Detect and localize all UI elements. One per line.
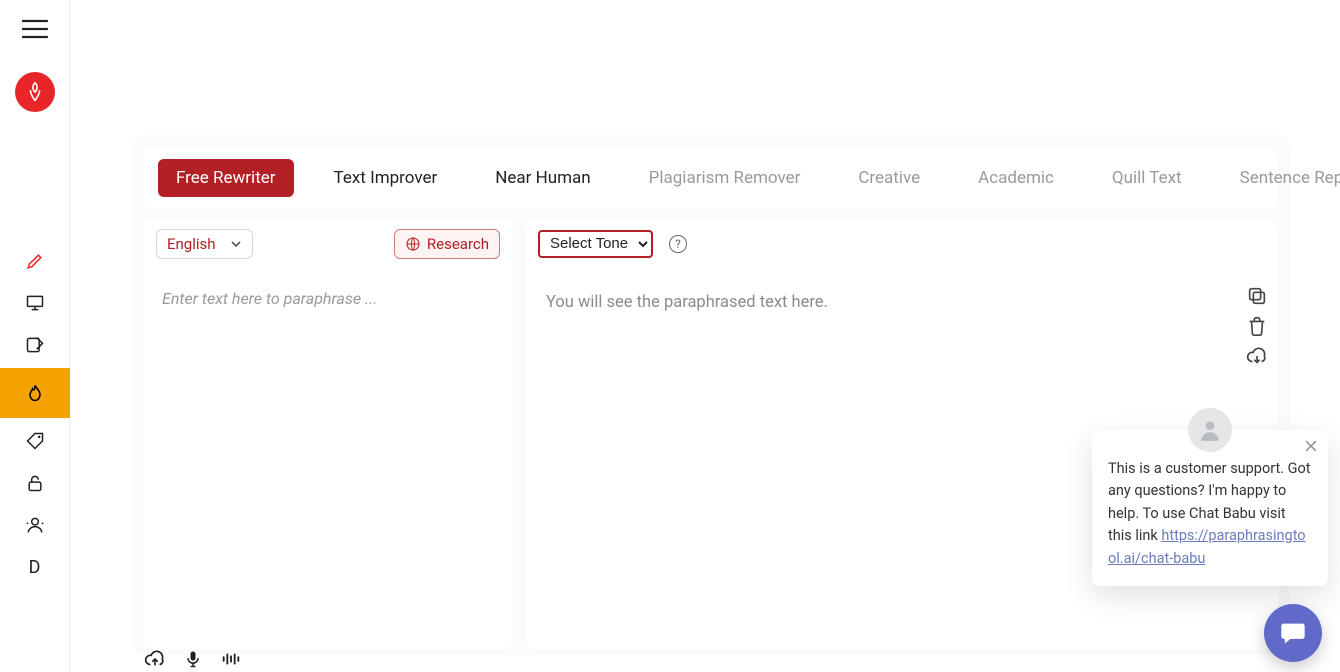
sidebar-item-trending[interactable] bbox=[0, 368, 70, 418]
chat-launcher-button[interactable] bbox=[1264, 604, 1322, 662]
app-logo[interactable] bbox=[15, 72, 55, 112]
sidebar-item-support[interactable] bbox=[0, 506, 70, 544]
download-button[interactable] bbox=[1246, 345, 1268, 367]
sidebar-nav: D bbox=[0, 242, 69, 590]
letter-d-icon: D bbox=[29, 557, 41, 578]
sidebar-item-pricing[interactable] bbox=[0, 422, 70, 460]
copy-icon bbox=[1246, 285, 1268, 307]
unlock-icon bbox=[25, 473, 45, 493]
chat-popup: This is a customer support. Got any ques… bbox=[1092, 430, 1328, 586]
support-agent-icon bbox=[25, 515, 45, 535]
microphone-button[interactable] bbox=[182, 648, 204, 670]
monitor-icon bbox=[25, 293, 45, 313]
upload-button[interactable] bbox=[144, 648, 166, 670]
paraphrase-input[interactable] bbox=[146, 275, 510, 649]
tone-help-button[interactable]: ? bbox=[669, 235, 687, 253]
sidebar-item-edit[interactable] bbox=[0, 242, 70, 280]
language-select[interactable]: English bbox=[156, 229, 253, 259]
mode-tabs: Free Rewriter Text Improver Near Human P… bbox=[144, 147, 1278, 209]
pencil-icon bbox=[25, 251, 45, 271]
input-tools bbox=[144, 648, 242, 670]
tab-sentence-rephraser[interactable]: Sentence Rephraser bbox=[1222, 159, 1340, 197]
tag-icon bbox=[25, 431, 45, 451]
research-button-label: Research bbox=[427, 235, 489, 253]
copy-button[interactable] bbox=[1246, 285, 1268, 307]
sidebar-item-desktop[interactable] bbox=[0, 284, 70, 322]
tab-plagiarism-remover[interactable]: Plagiarism Remover bbox=[631, 159, 819, 197]
tab-free-rewriter[interactable]: Free Rewriter bbox=[158, 159, 294, 197]
flame-icon bbox=[25, 383, 45, 403]
language-select-value: English bbox=[167, 235, 216, 253]
output-panel-header: Select Tone ? bbox=[526, 219, 1278, 269]
close-icon bbox=[1304, 439, 1318, 453]
chat-bubble-icon bbox=[1279, 619, 1307, 647]
trash-icon bbox=[1246, 315, 1268, 337]
input-panel-body bbox=[146, 275, 510, 649]
cloud-upload-icon bbox=[144, 647, 166, 671]
chat-close-button[interactable] bbox=[1304, 438, 1318, 460]
chevron-down-icon bbox=[230, 238, 242, 250]
input-panel-header: English Research bbox=[144, 219, 512, 269]
tab-near-human[interactable]: Near Human bbox=[477, 159, 608, 197]
tab-quill-text[interactable]: Quill Text bbox=[1094, 159, 1200, 197]
input-panel: English Research bbox=[144, 219, 512, 649]
cloud-download-icon bbox=[1246, 345, 1268, 367]
sidebar-item-unlock[interactable] bbox=[0, 464, 70, 502]
tone-select[interactable]: Select Tone bbox=[538, 230, 653, 258]
globe-icon bbox=[405, 236, 421, 252]
delete-button[interactable] bbox=[1246, 315, 1268, 337]
tab-academic[interactable]: Academic bbox=[960, 159, 1072, 197]
hamburger-icon bbox=[21, 18, 49, 40]
person-icon bbox=[1197, 417, 1223, 443]
microphone-icon bbox=[183, 649, 203, 669]
research-button[interactable]: Research bbox=[394, 229, 500, 259]
output-tools bbox=[1246, 285, 1268, 367]
tab-creative[interactable]: Creative bbox=[840, 159, 938, 197]
sidebar-item-compose[interactable] bbox=[0, 326, 70, 364]
logo-icon bbox=[24, 81, 46, 103]
audio-wave-icon bbox=[220, 648, 242, 670]
sidebar-item-d[interactable]: D bbox=[0, 548, 70, 586]
audio-wave-button[interactable] bbox=[220, 648, 242, 670]
tab-text-improver[interactable]: Text Improver bbox=[316, 159, 456, 197]
menu-button[interactable] bbox=[21, 18, 49, 44]
question-mark-icon: ? bbox=[675, 237, 681, 251]
chat-avatar bbox=[1188, 408, 1232, 452]
output-placeholder-text: You will see the paraphrased text here. bbox=[528, 275, 1276, 330]
sidebar: D bbox=[0, 0, 70, 672]
compose-icon bbox=[25, 335, 45, 355]
